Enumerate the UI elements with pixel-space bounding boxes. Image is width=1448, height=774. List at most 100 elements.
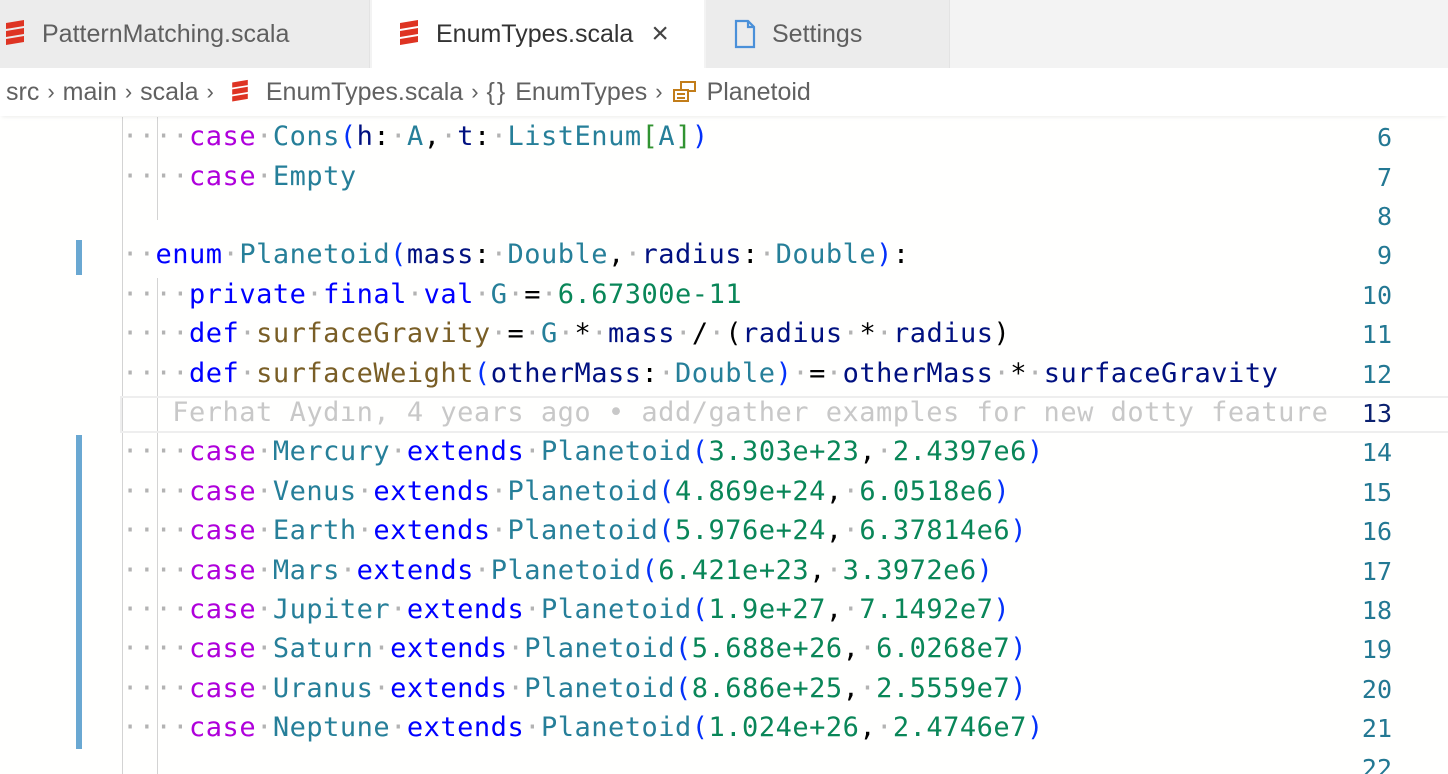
scala-icon [230, 79, 250, 105]
token-number: 2.5559e7 [876, 673, 1011, 704]
line-number: 10 [1361, 281, 1392, 310]
token-function: surfaceWeight [256, 358, 474, 389]
token-paren: ) [993, 318, 1011, 349]
close-icon[interactable]: × [651, 17, 669, 51]
breadcrumb-item-object[interactable]: EnumTypes [515, 78, 647, 107]
tab-bar: PatternMatching.scala EnumTypes.scala × … [0, 0, 1448, 68]
line-number: 7 [1376, 163, 1392, 192]
token-paren: ( [675, 633, 692, 664]
code-line[interactable]: ····case·Saturn·extends·Planetoid(5.688e… [122, 633, 1027, 664]
token-enum-case: Jupiter [272, 594, 391, 625]
code-line[interactable]: ····def·surfaceWeight(otherMass:·Double)… [122, 358, 1278, 389]
token-operator: * [574, 318, 592, 349]
token-keyword: extends [406, 594, 525, 625]
namespace-icon: {} [486, 77, 508, 106]
token-keyword: case [189, 555, 257, 586]
token-keyword: case [189, 436, 257, 467]
chevron-right-icon: › [124, 79, 133, 104]
modified-line-marker [76, 435, 82, 749]
tab-enum-types[interactable]: EnumTypes.scala × [372, 0, 704, 68]
code-line[interactable]: ····case·Venus·extends·Planetoid(4.869e+… [122, 476, 1010, 507]
token-keyword: def [189, 358, 240, 389]
token-paren: ) [1026, 712, 1044, 743]
code-line[interactable]: Ferhat Aydın, 4 years ago • add/gather e… [122, 397, 1328, 428]
token-number: 6.421e+23 [658, 555, 810, 586]
code-line[interactable]: ····case·Mercury·extends·Planetoid(3.303… [122, 436, 1044, 467]
token-keyword: case [189, 673, 257, 704]
code-line[interactable]: ····case·Empty [122, 161, 357, 192]
token-paren: ( [641, 555, 659, 586]
line-number: 21 [1361, 714, 1392, 743]
token-number: 6.67300e-11 [557, 279, 743, 310]
code-line[interactable]: ····case·Jupiter·extends·Planetoid(1.9e+… [122, 594, 1010, 625]
token-keyword: private [189, 279, 307, 310]
token-number: 2.4397e6 [892, 436, 1027, 467]
tab-pattern-matching[interactable]: PatternMatching.scala [0, 0, 370, 68]
token-paren: ( [691, 436, 709, 467]
token-paren: ( [390, 239, 407, 270]
code-line[interactable]: ····case·Uranus·extends·Planetoid(8.686e… [122, 673, 1027, 704]
token-paren: ) [1010, 633, 1027, 664]
git-blame-annotation: Ferhat Aydın, 4 years ago • add/gather e… [172, 397, 1329, 428]
token-function: surfaceGravity [256, 318, 491, 349]
token-keyword: case [189, 161, 257, 192]
tab-settings[interactable]: Settings [706, 0, 950, 68]
line-number: 15 [1361, 478, 1392, 507]
breadcrumb-item-enum[interactable]: Planetoid [707, 78, 811, 107]
token-enum-case: Earth [272, 515, 357, 546]
token-number: 6.0268e7 [876, 633, 1011, 664]
token-type: A [658, 121, 676, 152]
token-keyword: extends [356, 555, 474, 586]
token-paren: ) [1010, 673, 1027, 704]
line-number: 22 [1361, 754, 1392, 774]
token-type: Double [507, 239, 608, 270]
token-paren: ) [691, 121, 709, 152]
token-enum-case: Neptune [272, 712, 391, 743]
token-enum-case: Venus [272, 476, 357, 507]
token-paren: ( [725, 318, 743, 349]
code-line[interactable]: ····case·Mars·extends·Planetoid(6.421e+2… [122, 555, 993, 586]
token-enum-case: Uranus [272, 673, 374, 704]
token-type: Planetoid [540, 436, 692, 467]
code-line[interactable]: ····case·Neptune·extends·Planetoid(1.024… [122, 712, 1044, 743]
chevron-right-icon: › [47, 79, 55, 104]
code-editor[interactable]: 6 7 8 9 10 11 12 13 14 15 16 17 18 19 20… [0, 117, 1448, 774]
breadcrumb-item-src[interactable]: src [6, 78, 39, 107]
token-keyword: case [189, 594, 257, 625]
token-variable: otherMass [490, 358, 642, 389]
token-keyword: case [189, 515, 257, 546]
code-line[interactable]: ····def·surfaceGravity·=·G·*·mass·/·(rad… [122, 318, 1010, 349]
token-operator: : [742, 239, 759, 270]
token-keyword: val [423, 279, 474, 310]
token-operator: : [641, 358, 659, 389]
code-line[interactable]: ····case·Cons(h:·A,·t:·ListEnum[A]) [122, 121, 709, 152]
enum-icon [671, 80, 699, 104]
token-operator: , [825, 476, 843, 507]
token-operator: , [825, 515, 843, 546]
token-operator: = [507, 318, 525, 349]
code-line[interactable]: ····case·Earth·extends·Planetoid(5.976e+… [122, 515, 1027, 546]
breadcrumb-item-scala[interactable]: scala [140, 78, 198, 107]
breadcrumb: src › main › scala › EnumTypes.scala › {… [0, 68, 1448, 116]
code-line[interactable]: ····private·final·val·G·=·6.67300e-11 [122, 279, 742, 310]
token-paren: ) [876, 239, 893, 270]
code-line[interactable]: ··enum·Planetoid(mass:·Double,·radius:·D… [122, 239, 910, 270]
token-keyword: extends [406, 712, 525, 743]
token-paren: ) [1010, 515, 1027, 546]
line-number: 12 [1361, 360, 1392, 389]
token-bracket: ] [675, 121, 692, 152]
breadcrumb-item-main[interactable]: main [63, 78, 117, 107]
chevron-right-icon: › [655, 79, 663, 104]
token-variable: radius [641, 239, 743, 270]
chevron-right-icon: › [471, 79, 479, 104]
token-paren: ( [473, 358, 491, 389]
token-type: Planetoid [524, 633, 676, 664]
token-type: Double [775, 239, 877, 270]
token-type: Planetoid [540, 594, 692, 625]
token-operator: : [474, 121, 491, 152]
token-number: 2.4746e7 [892, 712, 1027, 743]
token-type: Double [675, 358, 776, 389]
breadcrumb-item-file[interactable]: EnumTypes.scala [266, 78, 463, 107]
token-paren: ) [993, 476, 1011, 507]
token-keyword: final [323, 279, 407, 310]
